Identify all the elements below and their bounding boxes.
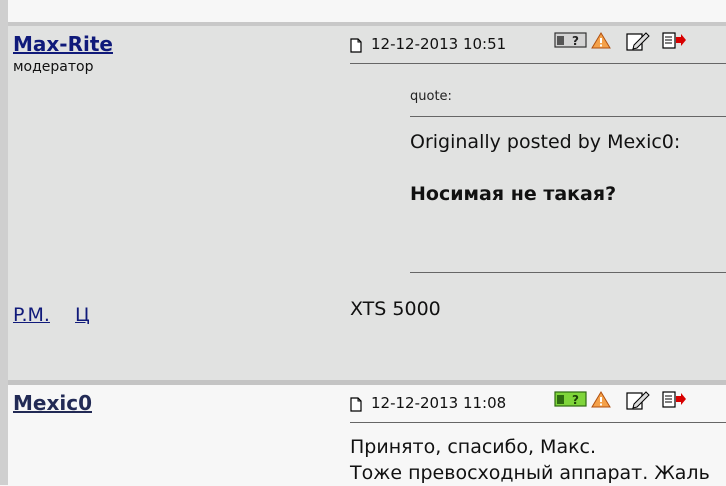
quote-bottom-divider bbox=[410, 272, 726, 273]
author-role: модератор bbox=[13, 59, 94, 75]
reply-icon[interactable] bbox=[662, 31, 698, 51]
post-action-icons: ? bbox=[554, 390, 698, 410]
quote-origin: Originally posted by Mexic0: bbox=[410, 131, 681, 153]
post-max-rite: Max-Rite модератор 12-12-2013 10:51 ? qu… bbox=[8, 26, 726, 382]
user-status-icon[interactable]: ? bbox=[554, 31, 590, 51]
post-mexic0: Mexic0 12-12-2013 11:08 ? Принято, спаси… bbox=[8, 385, 726, 485]
post-author-link[interactable]: Mexic0 bbox=[13, 391, 92, 415]
post-message: XTS 5000 bbox=[350, 298, 441, 320]
quote-text: Носимая не такая? bbox=[410, 183, 617, 205]
report-icon[interactable] bbox=[590, 390, 626, 410]
left-rail bbox=[0, 0, 8, 485]
edit-icon[interactable] bbox=[626, 390, 662, 410]
post-header-divider bbox=[350, 422, 726, 423]
post-datetime: 12-12-2013 10:51 bbox=[371, 34, 507, 53]
user-online-icon[interactable]: ? bbox=[554, 390, 590, 410]
post-action-icons: ? bbox=[554, 31, 698, 51]
post-meta: 12-12-2013 10:51 bbox=[350, 34, 506, 53]
post-footer-links: P.M. Ц bbox=[13, 304, 109, 326]
quote-label: quote: bbox=[410, 89, 452, 104]
post-document-icon bbox=[350, 38, 362, 53]
post-message: Принято, спасибо, Макс. Тоже превосходны… bbox=[350, 434, 710, 486]
edit-icon[interactable] bbox=[626, 31, 662, 51]
message-line: Принято, спасибо, Макс. bbox=[350, 436, 597, 458]
post-header-divider bbox=[350, 63, 726, 64]
svg-text:?: ? bbox=[572, 34, 579, 48]
quote-top-divider bbox=[410, 116, 726, 117]
post-document-icon bbox=[350, 397, 362, 412]
message-line: Тоже превосходный аппарат. Жаль bbox=[350, 462, 710, 484]
svg-text:?: ? bbox=[572, 393, 579, 407]
reply-icon[interactable] bbox=[662, 390, 698, 410]
report-icon[interactable] bbox=[590, 31, 626, 51]
private-message-link[interactable]: P.M. bbox=[13, 304, 50, 326]
c-link[interactable]: Ц bbox=[75, 304, 90, 326]
post-author-link[interactable]: Max-Rite bbox=[13, 32, 113, 56]
post-datetime: 12-12-2013 11:08 bbox=[371, 393, 507, 412]
post-meta: 12-12-2013 11:08 bbox=[350, 393, 506, 412]
